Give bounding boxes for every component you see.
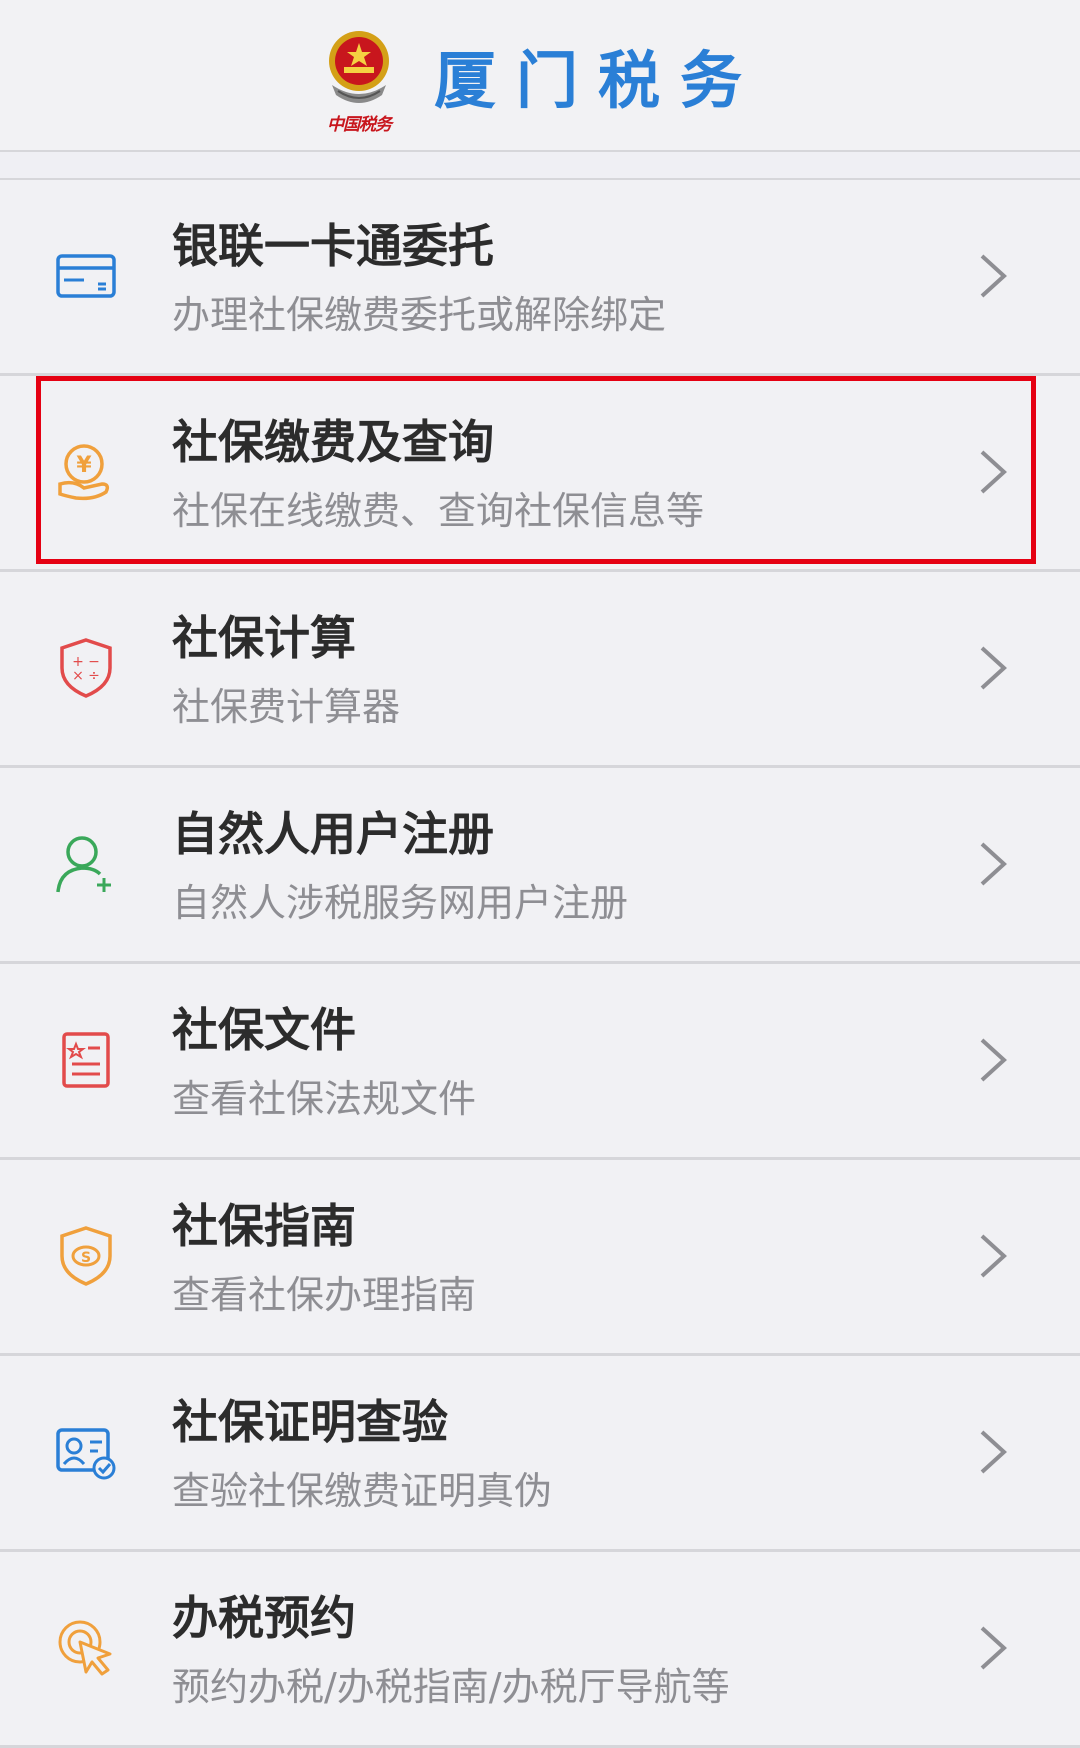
item-title: 社保文件 [172,1003,356,1057]
chevron-right-icon [978,1232,1008,1280]
list-item-certificate-verify[interactable]: 社保证明查验 查验社保缴费证明真伪 [0,1356,1080,1552]
svg-text:S: S [81,1250,91,1266]
id-check-icon [54,1420,118,1484]
app-header: 中国税务 厦门税务 [0,0,1080,152]
list-item-social-documents[interactable]: 社保文件 查看社保法规文件 [0,964,1080,1160]
item-title: 办税预约 [172,1591,356,1645]
chevron-right-icon [978,840,1008,888]
list-item-tax-appointment[interactable]: 办税预约 预约办税/办税指南/办税厅导航等 [0,1552,1080,1748]
item-subtitle: 查看社保办理指南 [172,1273,477,1317]
chevron-right-icon [978,644,1008,692]
item-subtitle: 自然人涉税服务网用户注册 [172,881,629,925]
header-spacer [0,152,1080,180]
tax-emblem-logo: 中国税务 [318,25,400,135]
list-item-unionpay-entrust[interactable]: 银联一卡通委托 办理社保缴费委托或解除绑定 [0,180,1080,376]
chevron-right-icon [978,1428,1008,1476]
svg-text:÷: ÷ [88,668,100,684]
item-subtitle: 办理社保缴费委托或解除绑定 [172,293,667,337]
list-item-social-payment-query[interactable]: ¥ 社保缴费及查询 社保在线缴费、查询社保信息等 [0,376,1080,572]
chevron-right-icon [978,252,1008,300]
item-title: 自然人用户注册 [172,807,494,861]
service-list: 银联一卡通委托 办理社保缴费委托或解除绑定 ¥ 社保缴费及查询 社保在线缴费、查… [0,180,1080,1748]
list-item-social-guide[interactable]: S 社保指南 查看社保办理指南 [0,1160,1080,1356]
pointer-click-icon [54,1616,118,1680]
item-subtitle: 查看社保法规文件 [172,1077,477,1121]
item-subtitle: 预约办税/办税指南/办税厅导航等 [172,1665,730,1709]
item-title: 银联一卡通委托 [172,219,494,273]
item-title: 社保指南 [172,1199,356,1253]
chevron-right-icon [978,1624,1008,1672]
yuan-hand-icon: ¥ [54,440,118,504]
guide-shield-icon: S [54,1224,118,1288]
svg-text:×: × [72,668,84,684]
bank-card-icon [54,244,118,308]
page-title: 厦门税务 [433,44,762,117]
chevron-right-icon [978,1036,1008,1084]
svg-text:¥: ¥ [76,453,92,478]
list-item-user-registration[interactable]: 自然人用户注册 自然人涉税服务网用户注册 [0,768,1080,964]
item-subtitle: 社保费计算器 [172,685,401,729]
item-subtitle: 社保在线缴费、查询社保信息等 [172,489,705,533]
list-item-social-calculator[interactable]: + − × ÷ 社保计算 社保费计算器 [0,572,1080,768]
item-title: 社保缴费及查询 [172,415,494,469]
item-title: 社保计算 [172,611,356,665]
item-subtitle: 查验社保缴费证明真伪 [172,1469,553,1513]
document-icon [54,1028,118,1092]
item-title: 社保证明查验 [172,1395,448,1449]
emblem-caption: 中国税务 [326,115,392,135]
chevron-right-icon [978,448,1008,496]
calculator-shield-icon: + − × ÷ [54,636,118,700]
add-user-icon [54,832,118,896]
